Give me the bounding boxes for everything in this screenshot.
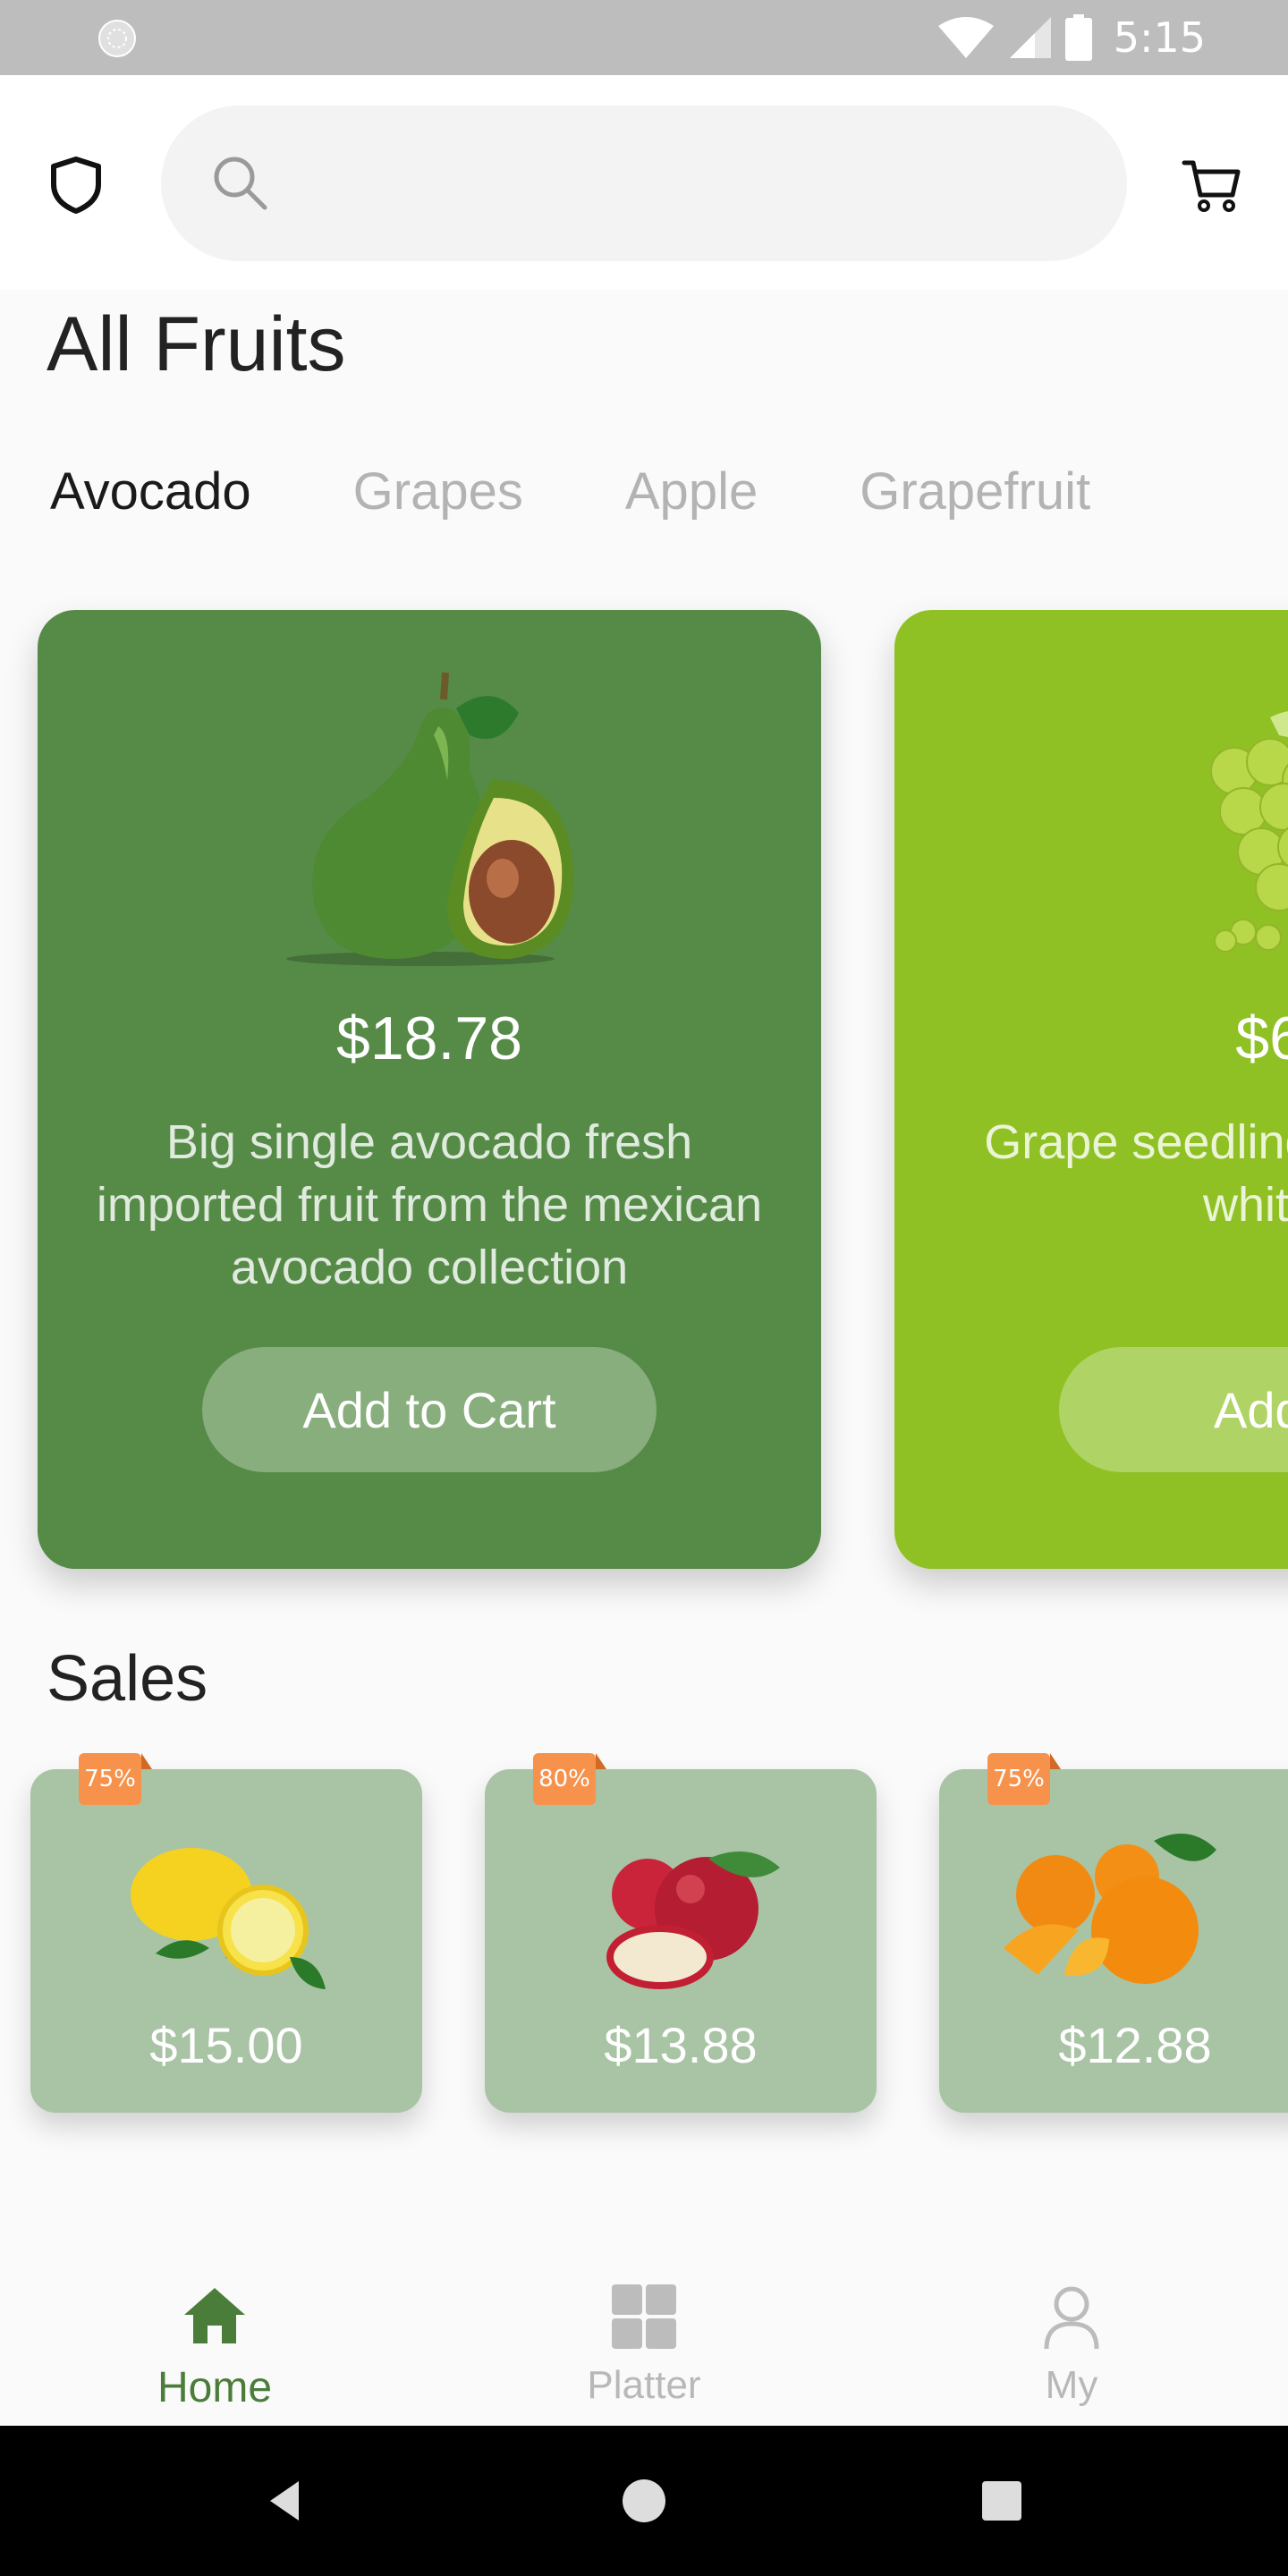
sale-price: $15.00 — [149, 2017, 303, 2073]
search-icon — [214, 157, 267, 210]
system-nav-bar — [0, 2426, 1288, 2576]
nav-platter-label: Platter — [587, 2363, 701, 2407]
wifi-icon — [937, 17, 994, 58]
tab-avocado[interactable]: Avocado — [50, 462, 251, 521]
person-icon — [1044, 2286, 1099, 2350]
category-tabs: Avocado Grapes Apple Grapefruit — [50, 462, 1192, 521]
apple-image — [606, 1852, 780, 1989]
page-title: All Fruits — [47, 301, 346, 387]
status-icons: 5:15 — [936, 13, 1206, 63]
home-icon — [184, 2288, 245, 2343]
grapes-image — [1210, 711, 1288, 953]
discount-badge: 75% — [987, 1753, 1061, 1805]
tab-grapefruit[interactable]: Grapefruit — [860, 462, 1090, 521]
search-bar[interactable] — [161, 106, 1127, 261]
bottom-nav: Home Platter My — [0, 2236, 1288, 2426]
product-description: Grape seedling grape seelin white m — [984, 1115, 1288, 1232]
sale-item[interactable]: 80% $13.88 — [485, 1753, 877, 2113]
product-card[interactable]: $18.78 Big single avocado fresh imported… — [38, 610, 821, 1569]
discount-badge: 75% — [79, 1753, 152, 1805]
home-button-icon[interactable] — [617, 2474, 671, 2528]
tab-grapes[interactable]: Grapes — [353, 462, 523, 521]
search-input[interactable] — [295, 141, 1082, 225]
app-screen: 5:15 All Fruits Avocado Grapes Apple Gra… — [0, 0, 1288, 2576]
notification-icon — [98, 20, 136, 57]
nav-platter[interactable]: Platter — [537, 2281, 751, 2408]
cart-icon[interactable] — [1181, 156, 1243, 215]
avocado-image — [286, 672, 574, 966]
orange-image — [1004, 1834, 1216, 1984]
status-time: 5:15 — [1113, 13, 1206, 62]
sales-title: Sales — [47, 1643, 208, 1715]
sale-item[interactable]: 75% $15.00 — [30, 1753, 422, 2113]
add-to-cart-button[interactable]: Add to — [1059, 1347, 1288, 1472]
sale-item[interactable]: 75% $12.88 — [939, 1753, 1288, 2113]
signal-icon — [1009, 17, 1051, 58]
nav-home-label: Home — [157, 2364, 273, 2411]
status-bar: 5:15 — [0, 0, 1288, 75]
sale-price: $13.88 — [604, 2017, 758, 2073]
product-card[interactable]: $65 Grape seedling grape seelin white m … — [894, 610, 1288, 1569]
tab-apple[interactable]: Apple — [625, 462, 758, 521]
sale-price: $12.88 — [1058, 2017, 1212, 2073]
product-price: $18.78 — [336, 1004, 522, 1072]
header — [0, 75, 1288, 290]
back-icon[interactable] — [259, 2474, 313, 2528]
product-price: $65 — [1235, 1004, 1288, 1072]
nav-my-label: My — [1045, 2363, 1098, 2407]
recents-icon[interactable] — [975, 2474, 1029, 2528]
product-description: Big single avocado fresh imported fruit … — [96, 1115, 763, 1294]
shield-icon[interactable] — [47, 156, 106, 215]
add-to-cart-button[interactable]: Add to Cart — [202, 1347, 657, 1472]
nav-home[interactable]: Home — [107, 2281, 322, 2412]
nav-my[interactable]: My — [964, 2281, 1179, 2408]
discount-badge: 80% — [533, 1753, 606, 1805]
battery-icon — [1064, 14, 1092, 61]
lemon-image — [131, 1848, 326, 1989]
grid-icon — [612, 2284, 676, 2349]
